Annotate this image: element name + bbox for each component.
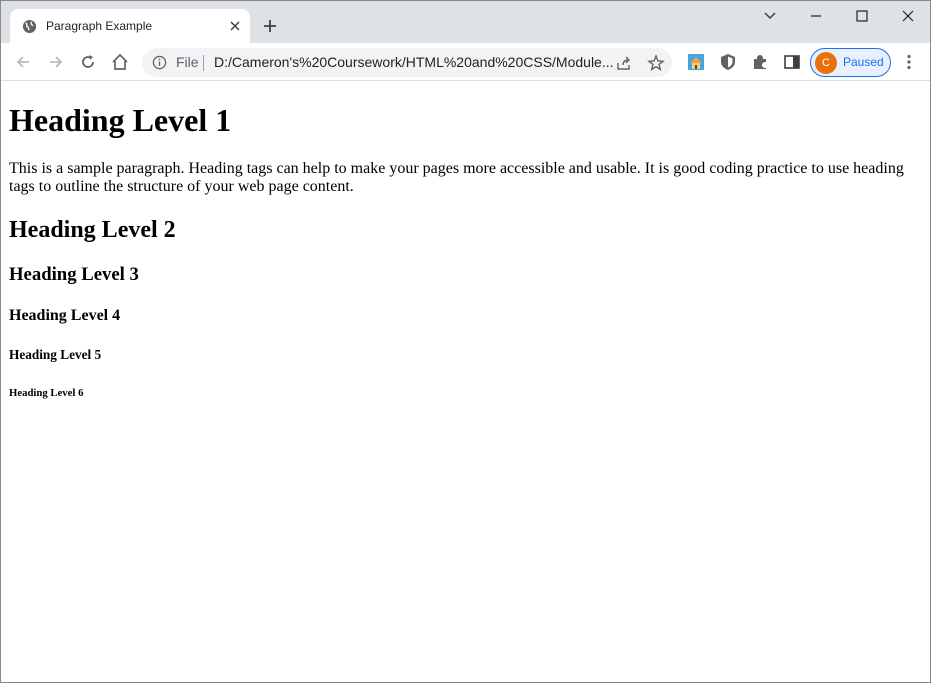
heading-level-6: Heading Level 6 xyxy=(9,387,84,399)
address-url[interactable]: D:/Cameron's%20Coursework/HTML%20and%20C… xyxy=(214,54,614,71)
heading-level-1: Heading Level 1 xyxy=(9,102,232,138)
kebab-menu-icon[interactable] xyxy=(899,52,919,72)
bookmark-star-icon[interactable] xyxy=(647,54,665,72)
maximize-icon[interactable] xyxy=(853,7,871,25)
info-icon[interactable] xyxy=(152,55,167,70)
tab-title: Paragraph Example xyxy=(46,19,153,33)
new-tab-plus-icon[interactable] xyxy=(261,17,279,35)
profile-status-label: Paused xyxy=(843,55,884,69)
address-separator xyxy=(203,55,204,71)
heading-level-3: Heading Level 3 xyxy=(9,264,139,285)
share-icon[interactable] xyxy=(615,54,633,72)
globe-icon xyxy=(22,19,37,34)
heading-level-5: Heading Level 5 xyxy=(9,347,102,362)
heading-level-4: Heading Level 4 xyxy=(9,307,121,324)
reload-icon[interactable] xyxy=(78,52,98,72)
home-icon[interactable] xyxy=(110,52,130,72)
side-panel-icon[interactable] xyxy=(782,52,802,72)
page-content: Heading Level 1 This is a sample paragra… xyxy=(1,81,930,682)
extension-house-icon[interactable] xyxy=(686,52,706,72)
sample-paragraph: This is a sample paragraph. Heading tags… xyxy=(9,160,904,195)
close-icon[interactable] xyxy=(227,18,243,34)
forward-arrow-icon[interactable] xyxy=(46,52,66,72)
puzzle-icon[interactable] xyxy=(750,52,770,72)
window-close-icon[interactable] xyxy=(899,7,917,25)
browser-window: Paragraph Example File D:/Cameron's%20Co… xyxy=(0,0,931,683)
avatar: C xyxy=(815,52,837,74)
browser-toolbar: File D:/Cameron's%20Coursework/HTML%20an… xyxy=(1,43,930,81)
heading-level-2: Heading Level 2 xyxy=(9,217,176,243)
shield-icon[interactable] xyxy=(718,52,738,72)
tab-paragraph-example[interactable]: Paragraph Example xyxy=(10,9,250,43)
profile-button[interactable]: C Paused xyxy=(810,48,891,77)
tab-strip: Paragraph Example xyxy=(1,1,930,43)
address-scheme-label: File xyxy=(176,54,199,70)
back-arrow-icon[interactable] xyxy=(13,52,33,72)
address-bar[interactable]: File D:/Cameron's%20Coursework/HTML%20an… xyxy=(142,48,672,77)
minimize-icon[interactable] xyxy=(807,7,825,25)
tab-search-chevron-icon[interactable] xyxy=(761,7,779,25)
